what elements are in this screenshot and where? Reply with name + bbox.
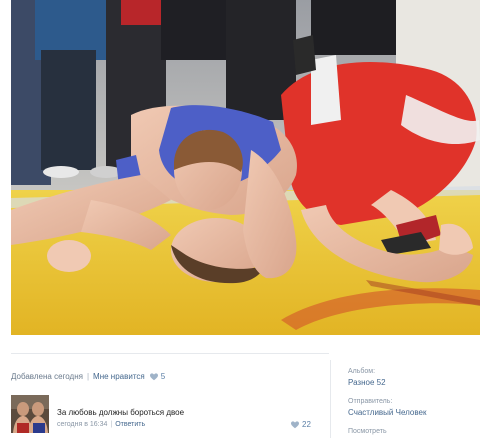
comment-like-button[interactable]: 22 [291, 420, 311, 430]
separator: | [110, 421, 113, 428]
comment-item: За любовь должны бороться двое сегодня в… [11, 395, 321, 435]
wrestling-photo-image [11, 0, 480, 335]
photo[interactable] [11, 0, 480, 335]
avatar[interactable] [11, 395, 49, 433]
comment-date: сегодня в 16:34 [57, 421, 108, 428]
post-meta: Добавлена сегодня | Мне нравится 5 [11, 371, 165, 383]
more-label[interactable]: Посмотреть [348, 427, 478, 437]
comment-meta: сегодня в 16:34 | Ответить [57, 420, 145, 430]
separator: | [86, 372, 90, 381]
heart-icon[interactable] [149, 373, 158, 381]
like-button[interactable]: Мне нравится [93, 371, 145, 383]
added-date: Добавлена сегодня [11, 372, 83, 381]
side-divider [330, 360, 331, 438]
album-link[interactable]: Разное 52 [348, 377, 478, 388]
avatar-image [11, 395, 49, 433]
heart-icon [291, 421, 299, 429]
reply-button[interactable]: Ответить [115, 421, 145, 428]
divider [11, 353, 329, 354]
like-count: 5 [160, 372, 166, 381]
sender-label: Отправитель: [348, 398, 393, 405]
photo-info: Альбом: Разное 52 Отправитель: Счастливы… [348, 367, 478, 437]
album-label: Альбом: [348, 368, 376, 375]
sender-link[interactable]: Счастливый Человек [348, 407, 478, 418]
photo-viewer: Добавлена сегодня | Мне нравится 5 За лю… [0, 0, 480, 438]
comment-like-count: 22 [302, 420, 311, 429]
comment-text: За любовь должны бороться двое [57, 408, 185, 417]
